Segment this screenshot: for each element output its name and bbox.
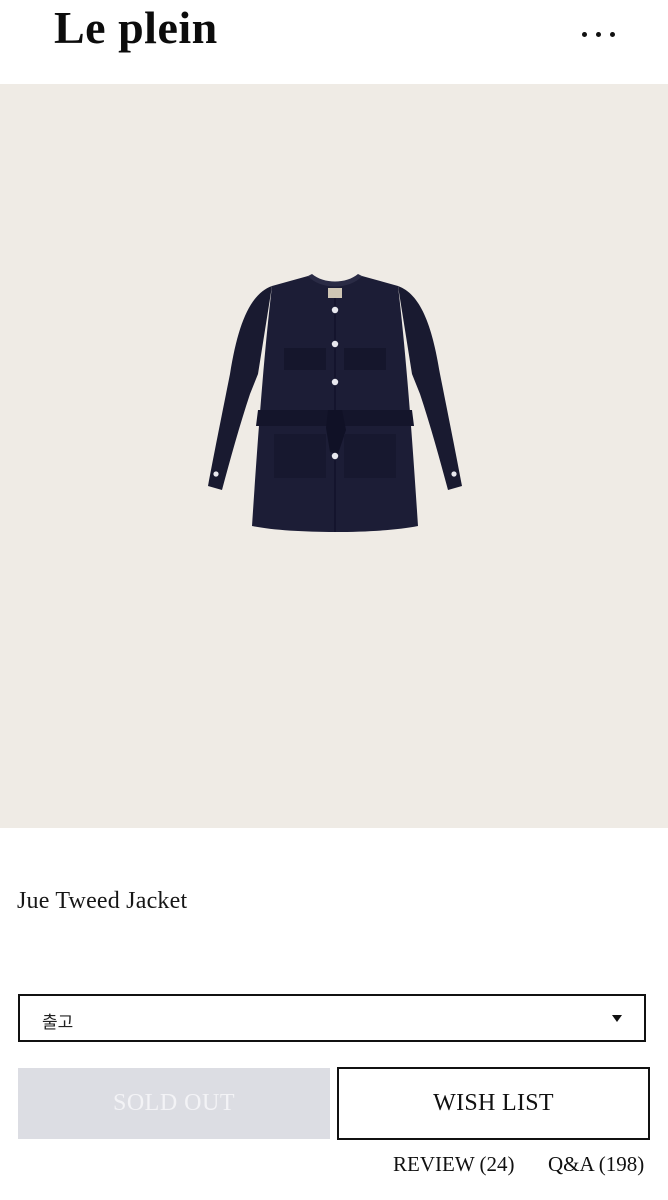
sold-out-button: SOLD OUT bbox=[18, 1068, 330, 1139]
product-image-jacket bbox=[208, 274, 462, 532]
qa-link[interactable]: Q&A (198) bbox=[548, 1152, 644, 1177]
product-image-area bbox=[0, 84, 668, 828]
more-dot bbox=[610, 32, 615, 37]
more-dot bbox=[596, 32, 601, 37]
wish-list-button[interactable]: WISH LIST bbox=[337, 1067, 650, 1140]
more-menu-button[interactable] bbox=[572, 18, 624, 50]
more-horizontal-icon bbox=[582, 32, 587, 37]
product-title: Jue Tweed Jacket bbox=[17, 888, 188, 914]
option-select[interactable]: 출고 bbox=[18, 994, 646, 1042]
product-links: REVIEW (24) Q&A (198) bbox=[0, 1152, 668, 1182]
caret-down-icon bbox=[612, 1015, 622, 1022]
header: Le plein bbox=[0, 0, 668, 84]
brand-logo[interactable]: Le plein bbox=[54, 2, 218, 54]
option-select-value: 출고 bbox=[42, 1013, 74, 1033]
review-link[interactable]: REVIEW (24) bbox=[393, 1152, 515, 1177]
